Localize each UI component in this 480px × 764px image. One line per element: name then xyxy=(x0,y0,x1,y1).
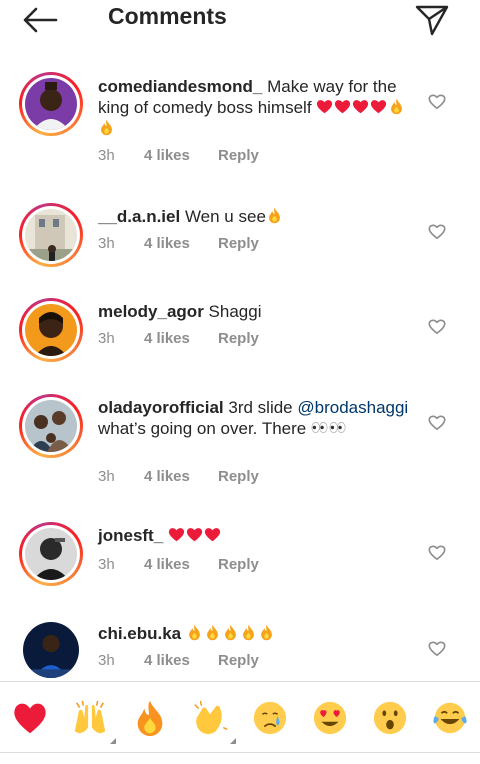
comment-username[interactable]: __d.a.n.iel xyxy=(98,207,180,226)
red-heart-icon xyxy=(335,100,351,114)
comment-text: Wen u see xyxy=(184,207,266,226)
quick-reaction-heart-eyes[interactable] xyxy=(310,698,350,738)
comment-time: 3h xyxy=(98,147,115,164)
variant-indicator xyxy=(230,738,236,744)
reply-button[interactable]: Reply xyxy=(218,147,259,164)
page-title: Comments xyxy=(108,3,227,29)
quick-reaction-raising-hands[interactable] xyxy=(70,698,110,738)
comment-likes[interactable]: 4 likes xyxy=(144,556,218,573)
comment-username[interactable]: oladayorofficial xyxy=(98,398,224,417)
quick-reaction-crying[interactable] xyxy=(250,698,290,738)
quick-reaction-bar xyxy=(0,681,480,753)
heart-outline-icon[interactable] xyxy=(428,318,446,335)
heart-outline-icon[interactable] xyxy=(428,414,446,431)
red-heart-icon xyxy=(204,528,221,542)
crying-face-icon xyxy=(253,701,287,735)
red-heart-icon xyxy=(168,528,185,542)
fire-icon xyxy=(391,98,403,115)
comment-time: 3h xyxy=(98,652,115,669)
share-button[interactable] xyxy=(414,4,450,36)
comments-header: Comments xyxy=(0,0,480,40)
comment-time: 3h xyxy=(98,468,115,485)
heart-eyes-face-icon xyxy=(313,701,347,735)
avatar[interactable] xyxy=(19,203,83,267)
red-heart-icon xyxy=(371,100,387,114)
eyes-icon xyxy=(329,422,346,433)
reply-button[interactable]: Reply xyxy=(218,468,259,485)
comment-likes[interactable]: 4 likes xyxy=(144,235,218,252)
comment-text-prefix: 3rd slide xyxy=(228,398,293,417)
comment-time: 3h xyxy=(98,235,115,252)
comment-username[interactable]: jonesft_ xyxy=(98,526,163,545)
fire-icon xyxy=(268,207,280,224)
avatar[interactable] xyxy=(19,522,83,586)
fire-icon xyxy=(101,119,112,136)
reply-button[interactable]: Reply xyxy=(218,330,259,347)
heart-outline-icon[interactable] xyxy=(428,640,446,657)
comment-likes[interactable]: 4 likes xyxy=(144,652,218,669)
comment-username[interactable]: melody_agor xyxy=(98,302,204,321)
comment-likes[interactable]: 4 likes xyxy=(144,468,218,485)
reply-button[interactable]: Reply xyxy=(218,556,259,573)
comment-text: what’s going on over. There xyxy=(98,419,307,438)
red-heart-icon xyxy=(353,100,369,114)
fire-icon xyxy=(242,624,254,641)
paper-plane-icon xyxy=(415,5,449,36)
avatar[interactable] xyxy=(19,618,83,682)
eyes-icon xyxy=(311,422,328,433)
heart-outline-icon[interactable] xyxy=(428,223,446,240)
comment-username[interactable]: comediandesmond_ xyxy=(98,77,262,96)
raising-hands-icon xyxy=(74,700,106,734)
quick-reaction-clapping-hands[interactable] xyxy=(190,698,230,738)
avatar[interactable] xyxy=(19,298,83,362)
comment-likes[interactable]: 4 likes xyxy=(144,330,218,347)
arrow-left-icon xyxy=(23,7,58,33)
fire-icon xyxy=(224,624,236,641)
red-heart-icon xyxy=(186,528,203,542)
surprised-face-icon xyxy=(373,701,407,735)
back-button[interactable] xyxy=(22,5,62,35)
variant-indicator xyxy=(110,738,116,744)
reply-button[interactable]: Reply xyxy=(218,235,259,252)
quick-reaction-fire[interactable] xyxy=(130,698,170,738)
avatar[interactable] xyxy=(19,72,83,136)
red-heart-icon xyxy=(317,100,333,114)
fire-icon xyxy=(137,700,163,737)
red-heart-icon xyxy=(14,703,46,734)
mention-link[interactable]: @brodashaggi xyxy=(297,398,408,417)
clapping-hands-icon xyxy=(194,700,228,735)
comment-time: 3h xyxy=(98,330,115,347)
fire-icon xyxy=(206,624,218,641)
quick-reaction-tears-of-joy[interactable] xyxy=(430,698,470,738)
comment-text: Shaggi xyxy=(208,302,262,321)
quick-reaction-heart[interactable] xyxy=(10,698,50,738)
reply-button[interactable]: Reply xyxy=(218,652,259,669)
heart-outline-icon[interactable] xyxy=(428,544,446,561)
comment-time: 3h xyxy=(98,556,115,573)
quick-reaction-surprised[interactable] xyxy=(370,698,410,738)
tears-of-joy-face-icon xyxy=(433,702,467,734)
comment-username[interactable]: chi.ebu.ka xyxy=(98,624,181,643)
heart-outline-icon[interactable] xyxy=(428,93,446,110)
comment-likes[interactable]: 4 likes xyxy=(144,147,218,164)
avatar[interactable] xyxy=(19,394,83,458)
fire-icon xyxy=(188,624,200,641)
fire-icon xyxy=(260,624,272,641)
